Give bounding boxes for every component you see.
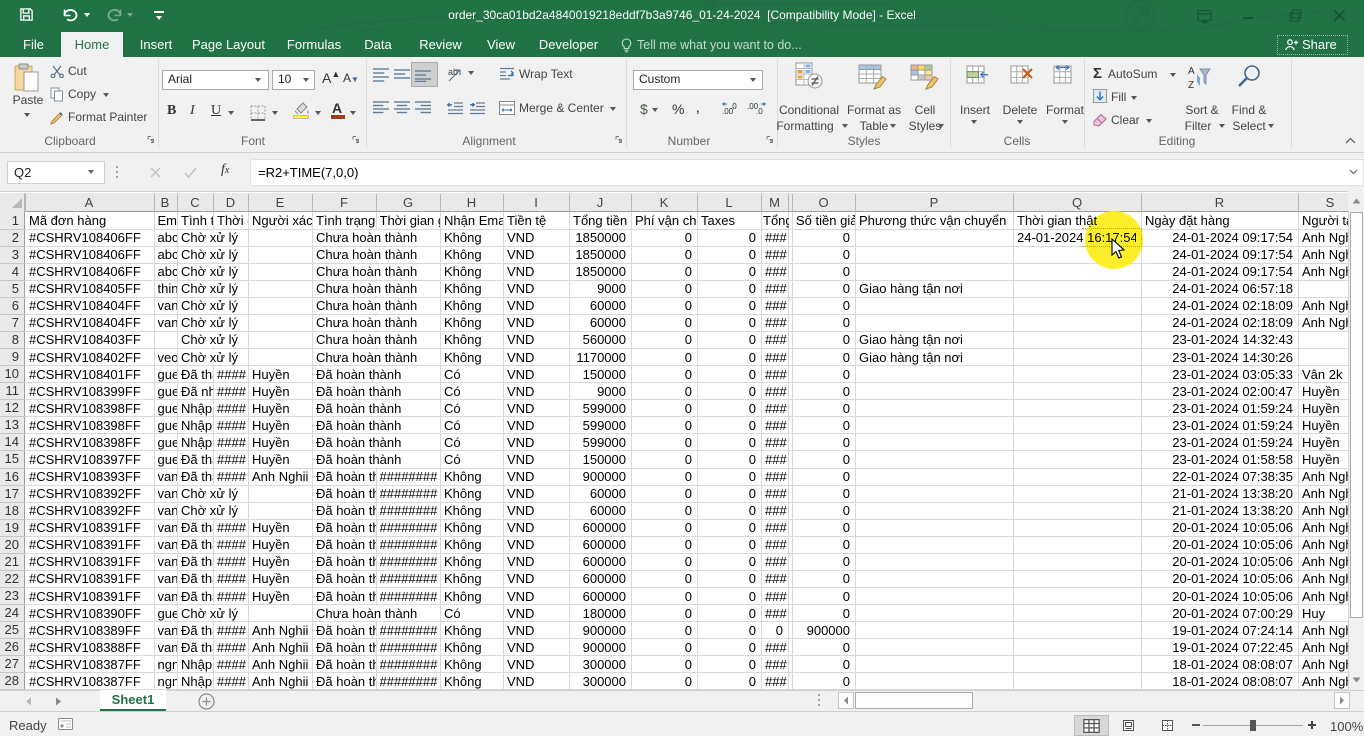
svg-text:.0: .0 (730, 102, 737, 111)
svg-text:.0: .0 (756, 107, 763, 115)
svg-text:A: A (1188, 66, 1195, 77)
svg-text:Z: Z (1188, 80, 1194, 90)
svg-text:ab: ab (448, 67, 458, 77)
